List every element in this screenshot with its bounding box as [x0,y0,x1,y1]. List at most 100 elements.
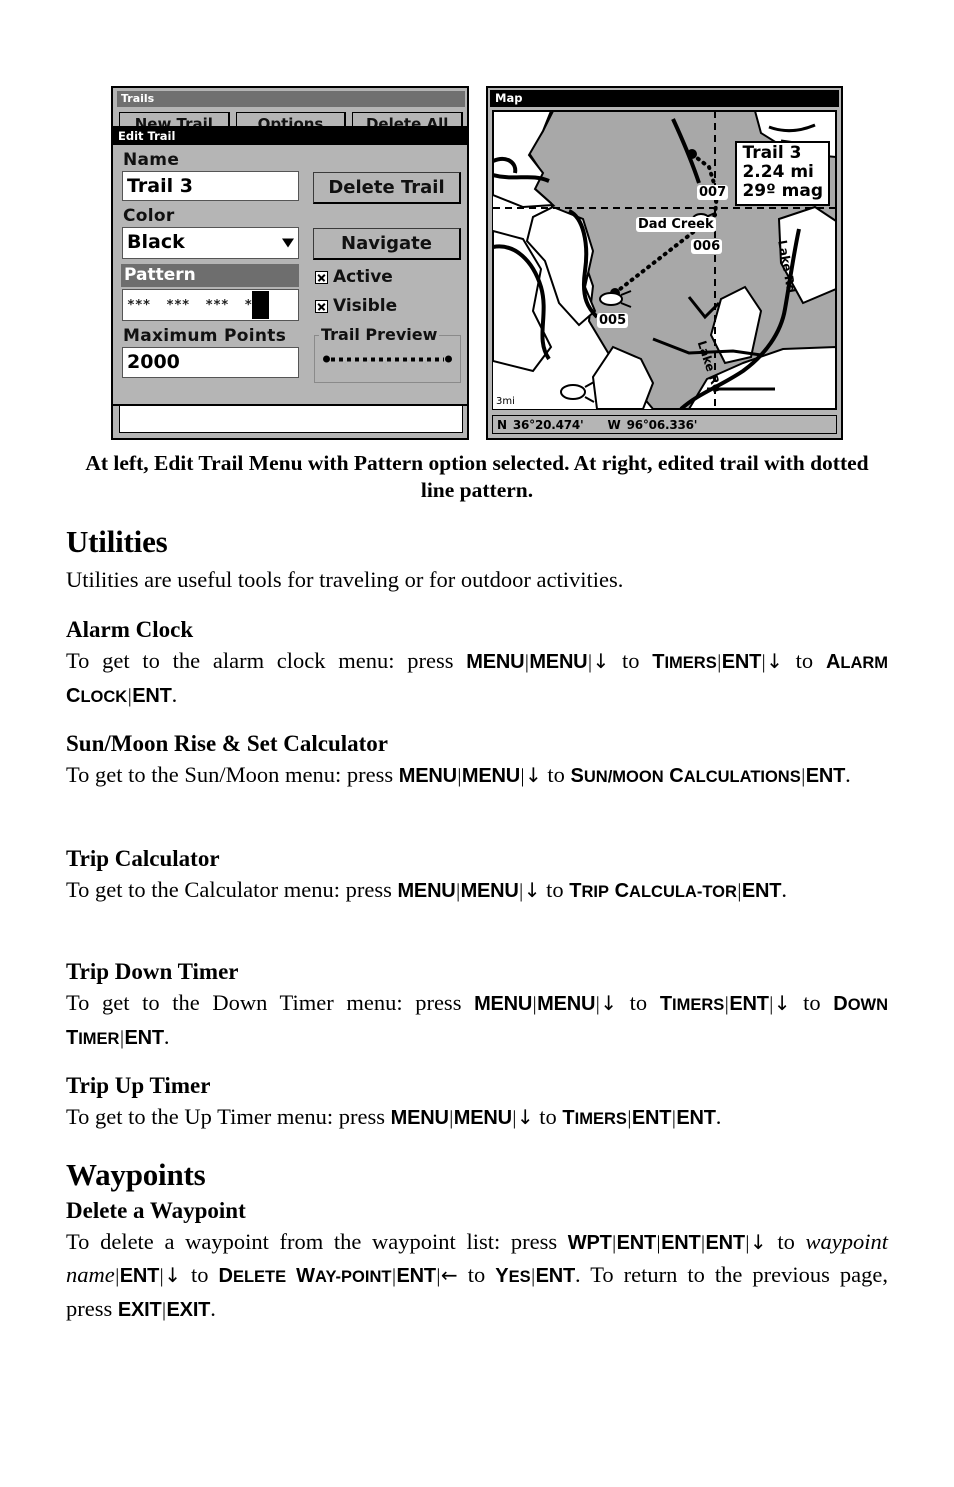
key-ent: ENT [729,993,769,1015]
menu-item-point: POINT [341,1268,392,1286]
heading-delete-waypoint: Delete a Waypoint [66,1198,246,1223]
longitude-value: 96°06.336' [626,417,698,432]
pattern-cursor [252,291,269,319]
key-menu: MENU [474,993,533,1015]
sun-moon-section: Sun/Moon Rise & Set Calculator To get to… [66,730,888,793]
pattern-label-selected[interactable]: Pattern [121,264,299,287]
key-ent: ENT [661,1232,701,1254]
navigate-button[interactable]: Navigate [313,228,461,260]
latitude-value: 36°20.474' [512,417,584,432]
waypoints-section: Waypoints Delete a Waypoint To delete a … [66,1157,888,1326]
trip-calculator-section: Trip Calculator To get to the Calculator… [66,845,888,908]
map-info-box: Trail 3 2.24 mi 29º mag [735,141,830,206]
key-down-arrow: ↓ [525,763,542,787]
page-title-utilities: Utilities [66,524,168,559]
pattern-input[interactable]: *** *** *** *** [122,289,299,321]
key-down-arrow: ↓ [766,649,783,673]
menu-item-down: DOWN [833,993,889,1015]
figure-caption: At left, Edit Trail Menu with Pattern op… [85,451,869,502]
preview-dotted-pattern [331,357,444,361]
color-select[interactable]: Black [122,227,299,259]
utilities-section: Utilities Utilities are useful tools for… [66,524,888,595]
word-to: to [803,990,821,1015]
word-to: to [795,648,814,673]
heading-alarm-clock: Alarm Clock [66,617,194,642]
word-to: to [777,1229,795,1254]
menu-item-timers: TIMERS [652,651,717,673]
word-to: to [467,1262,486,1287]
trail-preview-group: Trail Preview [314,325,461,383]
preview-end-dot [445,355,452,363]
edit-trail-dialog: Edit Trail Name Trail 3 Color Black Patt… [111,126,469,406]
key-down-arrow: ↓ [749,1230,767,1254]
map-scale-label: 3mi [496,396,515,407]
visible-checkbox-row[interactable]: Visible [315,296,397,316]
key-menu: MENU [466,651,525,673]
key-menu: MENU [453,1107,512,1129]
map-canvas[interactable]: Trail 3 2.24 mi 29º mag Dad Creek 007 00… [492,110,837,410]
name-input[interactable]: Trail 3 [122,171,299,201]
trip-calculator-instructions: To get to the Calculator menu: press MEN… [66,874,888,908]
figure-screenshots: Trails New Trail Options Delete All Edit… [0,86,954,446]
key-left-arrow: ← [440,1263,458,1287]
edit-trail-title: Edit Trail [113,128,467,145]
active-label: Active [333,267,393,287]
key-menu: MENU [390,1107,449,1129]
key-down-arrow: ↓ [592,649,610,673]
heading-trip-calculator: Trip Calculator [66,846,220,871]
trip-up-timer-instructions: To get to the Up Timer menu: press MENU|… [66,1101,888,1135]
sentence-end: . [210,1296,216,1321]
key-ent: ENT [631,1107,672,1129]
key-exit: EXIT [117,1299,162,1321]
menu-item-sun-moon: SUN/MOON [570,765,664,787]
key-ent: ENT [124,1027,164,1049]
max-points-input[interactable]: 2000 [122,347,299,378]
key-ent: ENT [119,1265,160,1287]
menu-item-timer: TIMER [66,1027,120,1049]
menu-item-delete: DELETE [218,1265,287,1287]
trip-up-timer-section: Trip Up Timer To get to the Up Timer men… [66,1072,888,1135]
checkbox-checked-icon[interactable] [315,299,328,313]
delete-trail-button[interactable]: Delete Trail [313,172,461,204]
alarm-clock-lead: To get to the alarm clock menu: press [66,648,467,673]
map-label-007: 007 [697,185,729,200]
menu-item-calcula: CALCULA- [614,880,703,902]
key-menu: MENU [397,880,456,902]
chevron-down-icon[interactable] [282,238,294,248]
key-ent: ENT [805,765,846,787]
preview-start-dot [323,355,330,363]
up-timer-lead: To get to the Up Timer menu: press [66,1104,391,1129]
menu-item-tor: TOR [702,883,737,901]
utilities-intro: Utilities are useful tools for traveling… [66,567,624,592]
sentence-end: . [781,877,787,902]
pattern-value: *** *** *** *** [127,298,268,313]
trail-preview-line [323,355,452,363]
key-down-arrow: ↓ [773,991,791,1015]
sentence-end: . [715,1104,722,1129]
max-points-label: Maximum Points [123,326,287,346]
key-menu: MENU [398,765,457,787]
delete-waypoint-lead: To delete a waypoint from the waypoint l… [66,1229,568,1254]
lat-hemisphere: N [497,417,507,432]
delete-waypoint-instructions: To delete a waypoint from the waypoint l… [66,1226,888,1326]
menu-item-yes: YES [495,1265,531,1287]
heading-sun-moon: Sun/Moon Rise & Set Calculator [66,731,388,756]
active-checkbox-row[interactable]: Active [315,267,393,287]
key-menu: MENU [460,880,519,902]
alarm-clock-instructions: To get to the alarm clock menu: press ME… [66,645,888,713]
checkbox-checked-icon[interactable] [315,270,328,284]
menu-item-trip: TRIP [569,880,609,902]
key-down-arrow: ↓ [600,991,618,1015]
map-window-title: Map [490,90,839,107]
menu-item-timers: TIMERS [562,1107,627,1129]
heading-trip-up-timer: Trip Up Timer [66,1073,211,1098]
map-label-006: 006 [691,239,723,254]
word-to: to [190,1262,209,1287]
key-down-arrow: ↓ [516,1105,534,1129]
color-label: Color [123,206,175,226]
alarm-clock-section: Alarm Clock To get to the alarm clock me… [66,616,888,713]
page-title-waypoints: Waypoints [66,1157,206,1192]
key-ent: ENT [616,1232,657,1254]
key-ent: ENT [705,1232,745,1254]
key-down-arrow: ↓ [523,878,541,902]
